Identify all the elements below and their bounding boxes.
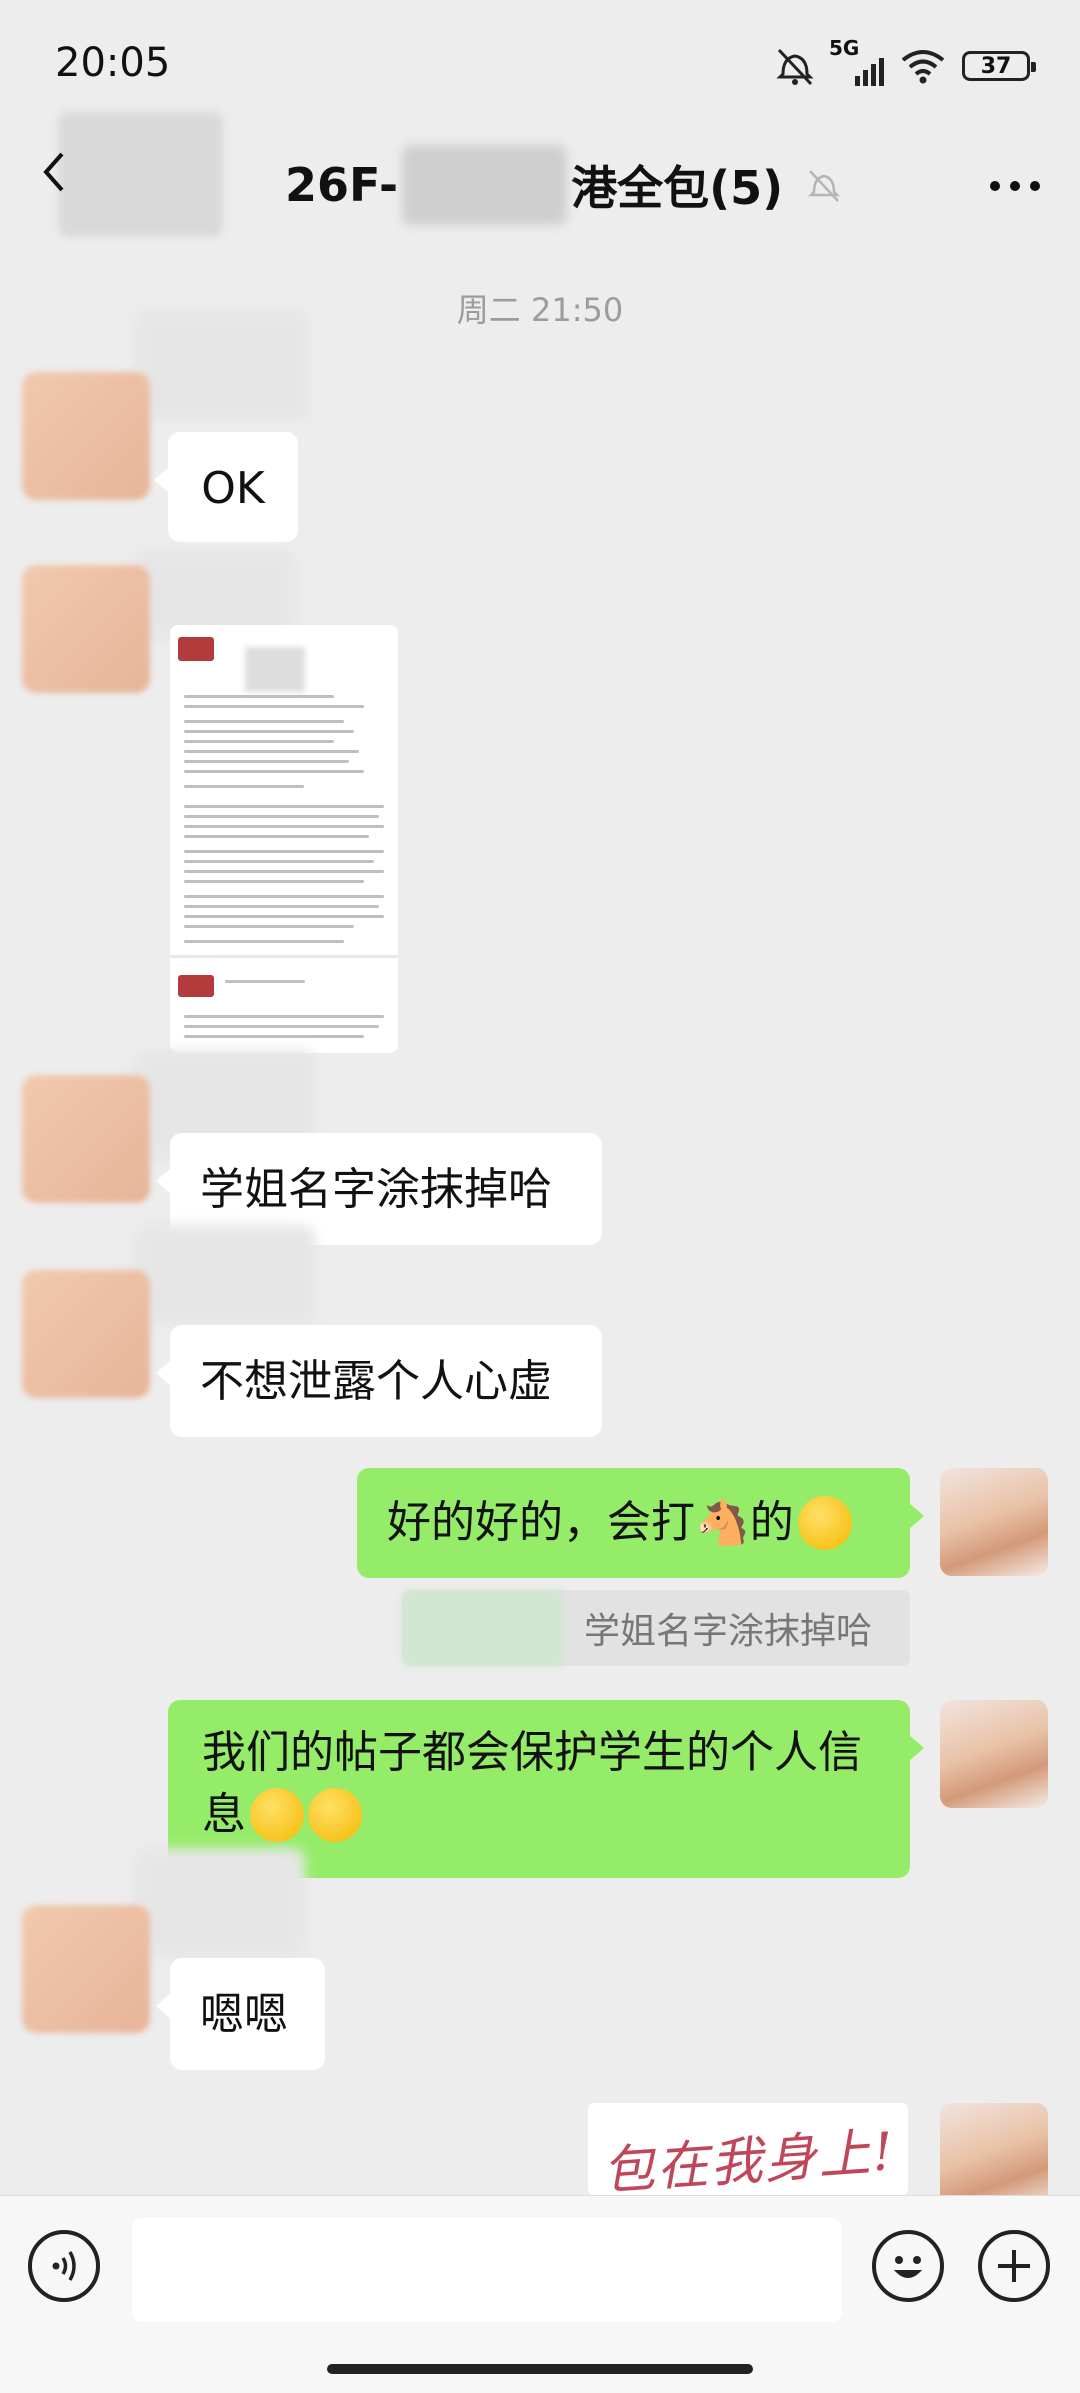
- smirk-emoji-icon: [797, 1496, 852, 1550]
- quote-redaction: [402, 1590, 562, 1666]
- voice-icon: [52, 2251, 76, 2281]
- emoji-button[interactable]: [872, 2230, 944, 2302]
- voice-button[interactable]: [28, 2230, 100, 2302]
- bell-off-icon: [808, 170, 841, 202]
- avatar[interactable]: [22, 1270, 150, 1398]
- message-text: 学姐名字涂抹掉哈: [200, 1164, 552, 1215]
- chat-title: 26F- 港全包(5): [285, 145, 843, 225]
- avatar[interactable]: [22, 1075, 150, 1203]
- quote-text: 学姐名字涂抹掉哈: [584, 1611, 873, 1652]
- page-divider: [170, 955, 398, 958]
- avatar[interactable]: [22, 372, 150, 500]
- sender-redaction: [135, 1225, 315, 1325]
- quoted-message[interactable]: 学姐名字涂抹掉哈: [402, 1590, 910, 1666]
- message-text: 好的好的，会打🐴的: [387, 1497, 794, 1548]
- battery-level: 37: [980, 53, 1012, 79]
- status-time: 20:05: [55, 40, 171, 86]
- more-button[interactable]: [988, 150, 1042, 204]
- logo-mark: [178, 637, 214, 661]
- sender-redaction: [135, 310, 310, 420]
- network-label: 5G: [829, 36, 860, 60]
- nav-blurred-area: [58, 112, 223, 237]
- message-text-line2: 息: [202, 1789, 246, 1840]
- message-bubble-self[interactable]: 好的好的，会打🐴的: [357, 1468, 924, 1578]
- sender-redaction: [135, 1848, 305, 1958]
- plus-icon: [998, 2250, 1030, 2282]
- message-input[interactable]: [132, 2218, 842, 2322]
- more-dots-icon: [990, 181, 1040, 191]
- wifi-icon: [901, 50, 945, 84]
- self-avatar[interactable]: [940, 1468, 1048, 1576]
- chevron-left-icon: [43, 152, 64, 192]
- message-bubble[interactable]: 不想泄露个人心虚: [156, 1325, 602, 1437]
- chat-title-prefix: 26F-: [285, 158, 399, 212]
- sticker-image[interactable]: 包在我身上!: [588, 2103, 908, 2195]
- message-text: 嗯嗯: [200, 1989, 288, 2040]
- home-indicator[interactable]: [327, 2364, 753, 2374]
- doc-redaction: [245, 647, 305, 692]
- message-text: 不想泄露个人心虚: [200, 1356, 552, 1407]
- message-text-line1: 我们的帖子都会保护学生的个人信: [202, 1727, 862, 1778]
- mute-status-icon: [776, 48, 814, 86]
- back-button[interactable]: [40, 150, 66, 205]
- emoji-icon: [894, 2256, 922, 2278]
- signal-icon: 5G: [829, 36, 884, 86]
- message-bubble[interactable]: OK: [154, 432, 298, 542]
- message-bubble[interactable]: 嗯嗯: [156, 1958, 325, 2070]
- battery-icon: 37: [962, 51, 1036, 81]
- add-button[interactable]: [978, 2230, 1050, 2302]
- title-redaction: [402, 145, 568, 225]
- self-avatar[interactable]: [940, 1700, 1048, 1808]
- smirk-emoji-icon: [250, 1788, 304, 1842]
- sticker-text: 包在我身上!: [600, 2121, 898, 2195]
- chat-title-suffix: 港全包(5): [571, 161, 784, 215]
- document-preview[interactable]: [170, 625, 398, 1053]
- avatar[interactable]: [22, 565, 150, 693]
- avatar[interactable]: [22, 1905, 150, 2033]
- status-icons: 5G 37: [773, 36, 1036, 92]
- smirk-emoji-icon: [308, 1788, 362, 1842]
- logo-mark: [178, 975, 214, 997]
- message-text: OK: [201, 463, 265, 514]
